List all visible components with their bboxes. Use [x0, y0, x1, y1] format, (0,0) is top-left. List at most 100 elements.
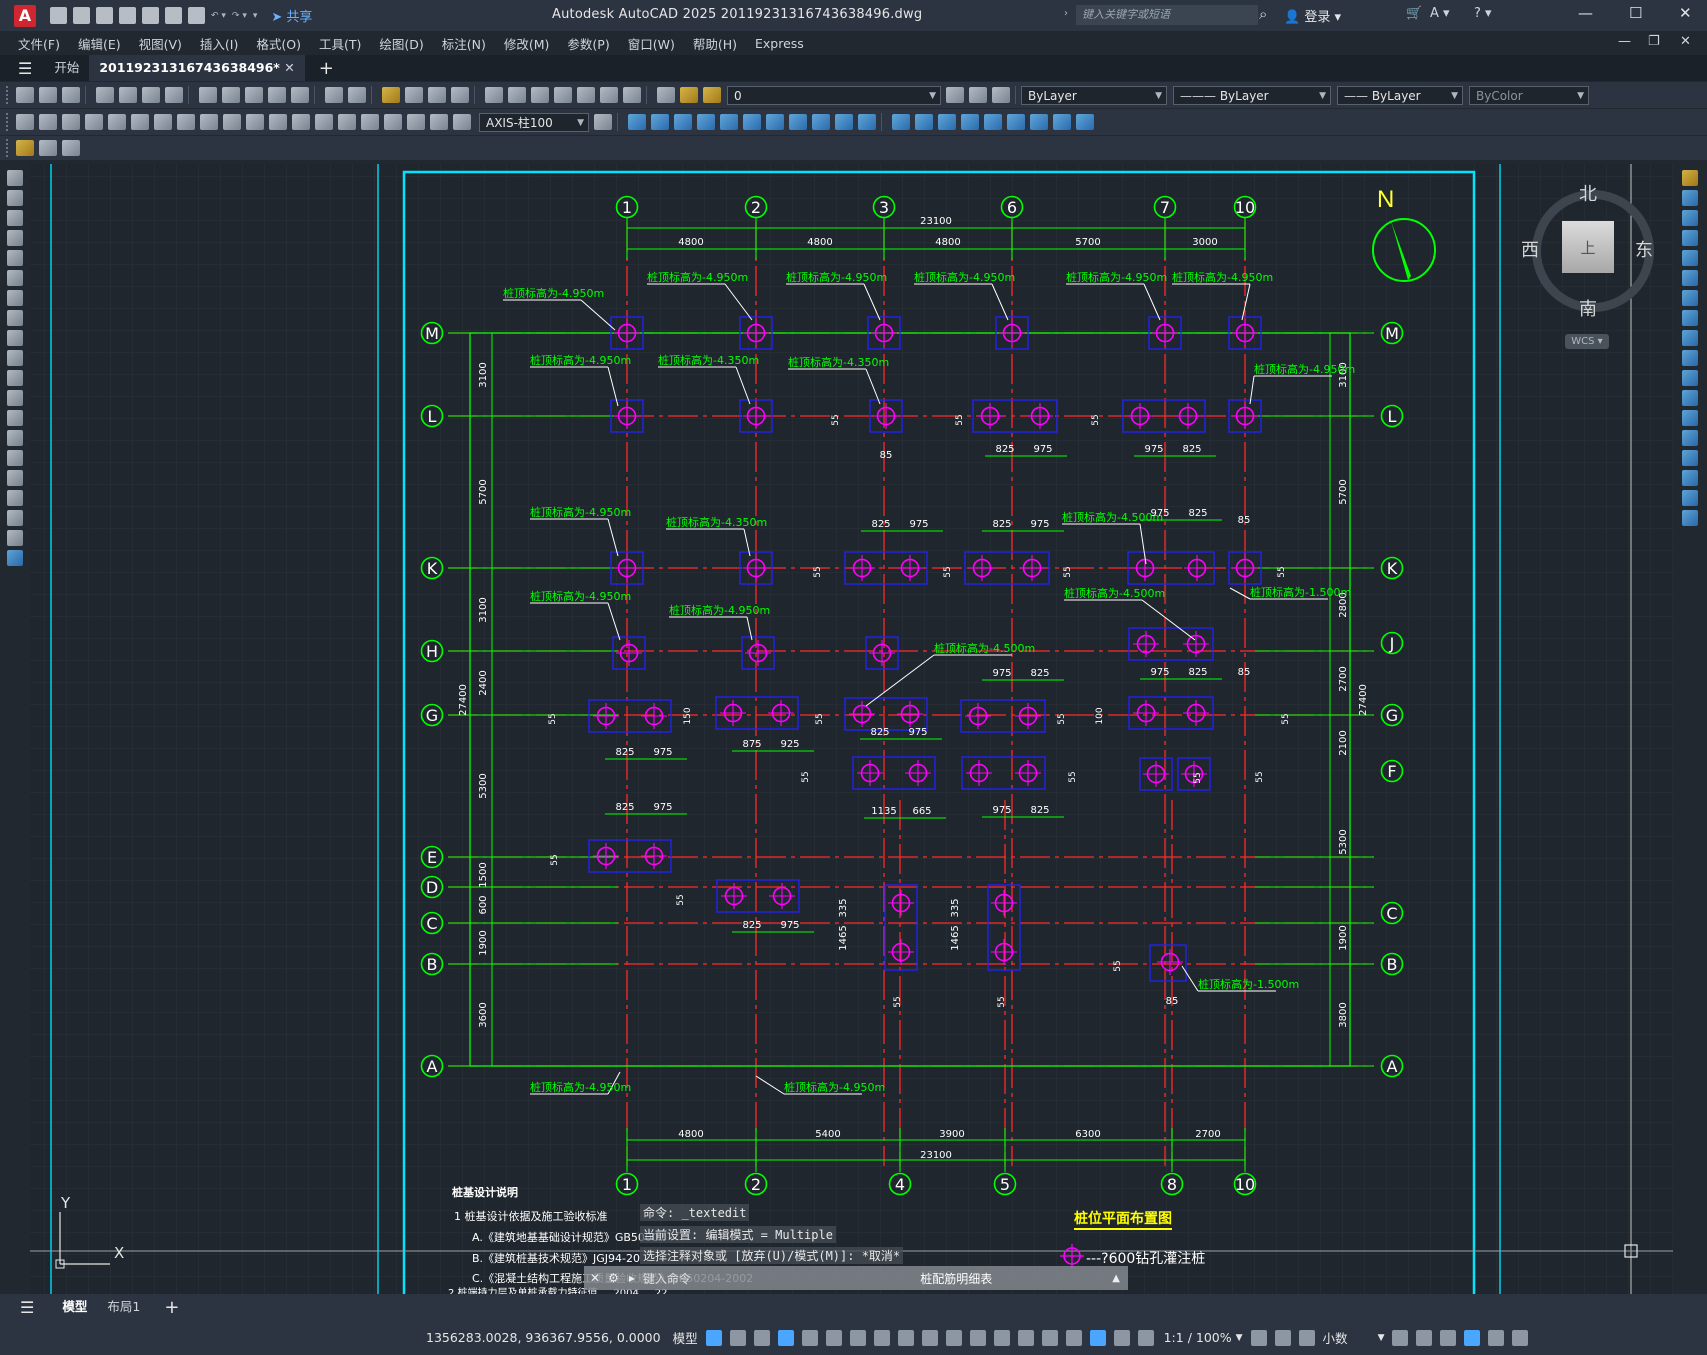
text-style-icon[interactable] — [62, 140, 80, 156]
workspace-gear-icon[interactable] — [1250, 1329, 1267, 1346]
point-icon[interactable] — [7, 430, 23, 446]
jogged-linear-icon[interactable] — [384, 114, 402, 130]
undo-icon[interactable] — [325, 87, 343, 103]
tab-layout1[interactable]: 布局1 — [97, 1294, 150, 1320]
modify-rotate-icon[interactable] — [766, 114, 784, 130]
redo-icon[interactable] — [348, 87, 366, 103]
menu-help[interactable]: 帮助(H) — [693, 34, 737, 53]
menu-edit[interactable]: 编辑(E) — [78, 34, 121, 53]
maximize-icon[interactable]: ☐ — [1629, 4, 1642, 22]
ellipse-icon[interactable] — [7, 350, 23, 366]
autodesk-account-icon[interactable]: A ▾ — [1430, 6, 1450, 21]
units-value[interactable]: 小数 — [1323, 1328, 1348, 1347]
menu-file[interactable]: 文件(F) — [18, 34, 60, 53]
coordinate-readout[interactable]: 1356283.0028, 936367.9556, 0.0000 — [426, 1330, 661, 1345]
object-snap-tracking-icon[interactable] — [873, 1329, 890, 1346]
layer-state-icon[interactable] — [992, 87, 1010, 103]
cut-icon[interactable] — [199, 87, 217, 103]
rotate-icon[interactable] — [1682, 290, 1698, 306]
properties-icon[interactable] — [485, 87, 503, 103]
layer-on-icon[interactable] — [680, 87, 698, 103]
zoom-previous-icon[interactable] — [451, 87, 469, 103]
modify-trim-icon[interactable] — [835, 114, 853, 130]
offset-icon[interactable] — [1682, 230, 1698, 246]
center-mark-icon[interactable] — [338, 114, 356, 130]
modify-fillet-icon[interactable] — [961, 114, 979, 130]
markup-icon[interactable] — [577, 87, 595, 103]
layer-freeze-icon[interactable] — [703, 87, 721, 103]
command-input-bar[interactable]: ✕ ⚙ ▸ 键入命令 桩配筋明细表 ▲ — [584, 1266, 1128, 1290]
blend-curves-icon[interactable] — [1682, 490, 1698, 506]
dynamic-ucs-icon[interactable] — [1017, 1329, 1034, 1346]
plotstyle-dropdown[interactable]: ByColor ▼ — [1469, 85, 1589, 105]
gizmo-icon[interactable] — [1065, 1329, 1082, 1346]
dim-ordinate-icon[interactable] — [85, 114, 103, 130]
insert-block-icon[interactable] — [7, 390, 23, 406]
transparency-icon[interactable] — [945, 1329, 962, 1346]
layout-menu-icon[interactable]: ☰ — [20, 1298, 34, 1317]
ortho-mode-icon[interactable] — [801, 1329, 818, 1346]
pan-icon[interactable] — [382, 87, 400, 103]
block-editor-icon[interactable] — [291, 87, 309, 103]
tab-close-icon[interactable]: ✕ — [284, 60, 294, 75]
close-icon[interactable]: ✕ — [1679, 4, 1692, 22]
login-button[interactable]: 👤 登录 ▾ — [1284, 6, 1341, 25]
annotation-monitor-icon[interactable] — [1274, 1329, 1291, 1346]
tab-document[interactable]: 20119231316743638496* ✕ — [89, 55, 305, 81]
lock-ui-icon[interactable] — [1416, 1329, 1433, 1346]
circle-icon[interactable] — [7, 290, 23, 306]
help-icon[interactable]: ? ▾ — [1474, 6, 1492, 21]
qnew-icon[interactable] — [16, 87, 34, 103]
modify-array-icon[interactable] — [720, 114, 738, 130]
open-file-icon[interactable] — [73, 7, 90, 24]
hatch-icon[interactable] — [7, 450, 23, 466]
polar-tracking-icon[interactable] — [825, 1329, 842, 1346]
share-button[interactable]: ➤ 共享 — [271, 6, 312, 25]
menu-insert[interactable]: 插入(I) — [200, 34, 238, 53]
viewcube-top-face[interactable]: 上 — [1562, 221, 1614, 273]
hamburger-menu-icon[interactable]: ☰ — [18, 59, 32, 78]
menu-window[interactable]: 窗口(W) — [628, 34, 675, 53]
make-current-icon[interactable] — [946, 87, 964, 103]
dim-radius-icon[interactable] — [108, 114, 126, 130]
revision-cloud-icon[interactable] — [7, 310, 23, 326]
design-center-icon[interactable] — [508, 87, 526, 103]
multiline-text-icon[interactable] — [7, 530, 23, 546]
join-icon[interactable] — [1682, 430, 1698, 446]
make-block-icon[interactable] — [7, 410, 23, 426]
dim-arc-icon[interactable] — [62, 114, 80, 130]
viewcube-south[interactable]: 南 — [1579, 295, 1597, 321]
menu-express[interactable]: Express — [755, 36, 804, 51]
menu-modify[interactable]: 修改(M) — [504, 34, 550, 53]
menu-parametric[interactable]: 参数(P) — [567, 34, 609, 53]
dim-angular-icon[interactable] — [177, 114, 195, 130]
new-file-icon[interactable] — [50, 7, 67, 24]
model-space-button[interactable]: 模型 — [673, 1328, 698, 1347]
open-icon[interactable] — [39, 87, 57, 103]
plot-preview-icon[interactable] — [119, 87, 137, 103]
dim-linear-icon[interactable] — [16, 114, 34, 130]
annotation-scale-icon[interactable] — [1137, 1329, 1154, 1346]
menu-draw[interactable]: 绘图(D) — [379, 34, 423, 53]
modify-break-icon[interactable] — [892, 114, 910, 130]
modify-extend-icon[interactable] — [858, 114, 876, 130]
region-icon[interactable] — [7, 490, 23, 506]
quick-dim-icon[interactable] — [200, 114, 218, 130]
viewcube-west[interactable]: 西 — [1521, 236, 1539, 262]
graphics-performance-icon[interactable] — [1464, 1329, 1481, 1346]
publish-icon[interactable] — [142, 87, 160, 103]
command-input[interactable]: 键入命令 — [643, 1270, 691, 1287]
undo-icon[interactable]: ↶ ▾ — [211, 11, 226, 21]
add-selected-icon[interactable] — [7, 550, 23, 566]
modify-mirror-icon[interactable] — [674, 114, 692, 130]
3d-print-icon[interactable] — [165, 87, 183, 103]
match-properties-icon[interactable] — [268, 87, 286, 103]
dim-update-icon[interactable] — [453, 114, 471, 130]
chamfer-icon[interactable] — [1682, 450, 1698, 466]
color-dropdown[interactable]: ByLayer ▼ — [1021, 85, 1167, 105]
cart-icon[interactable]: 🛒 — [1406, 6, 1422, 21]
help-icon[interactable] — [623, 87, 641, 103]
doc-restore-icon[interactable]: ❐ — [1648, 34, 1660, 49]
wcs-menu-button[interactable]: WCS ▾ — [1565, 334, 1609, 349]
trim-icon[interactable] — [1682, 350, 1698, 366]
